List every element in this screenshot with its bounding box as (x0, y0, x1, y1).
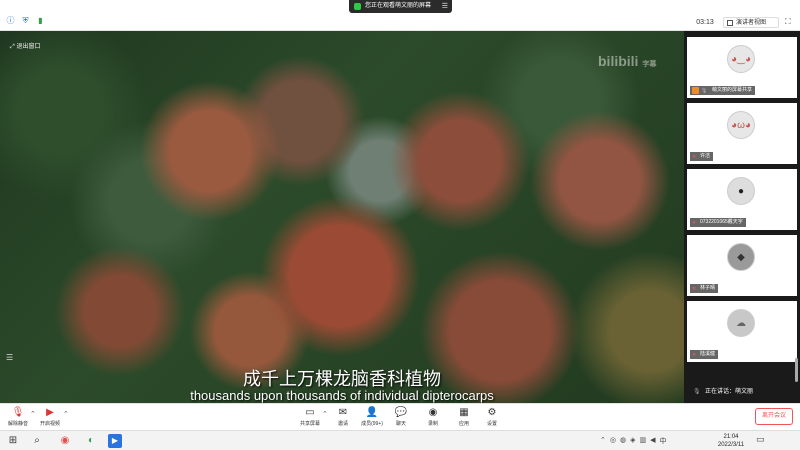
invite-button[interactable]: ✉ 邀请 (328, 406, 358, 427)
clock-time: 21:04 (723, 434, 739, 440)
settings-button[interactable]: ⚙ 设置 (477, 406, 507, 427)
mic-muted-icon: ✕ (692, 154, 697, 160)
subtitle-english: thousands upon thousands of individual d… (190, 388, 494, 403)
share-screen-icon: ▭ (305, 407, 315, 418)
clock-date: 2022/3/11 (717, 442, 745, 448)
fullscreen-icon[interactable]: ⛶ (785, 17, 791, 27)
top-bar: ⓘ ⛨ ▮ 您正在观看萌文丽的屏幕 ☰ 03:13 演讲者视图 ⛶ (0, 0, 800, 31)
edge-icon[interactable]: ◐ (84, 434, 98, 448)
volume-icon[interactable]: ◀ (650, 436, 655, 446)
active-speaker-bar: 🎙 正在讲话：萌文丽 (687, 383, 797, 401)
avatar: ☁ (727, 309, 755, 337)
video-options-caret[interactable]: ⌃ (63, 410, 69, 418)
notification-icon[interactable]: ▭ (756, 434, 765, 445)
participant-tile[interactable]: ◕ω◕ ✕ 许洁 (687, 103, 797, 164)
system-tray: ⌃ ◎ ◍ ◈ ▥ ◀ 中 (600, 436, 667, 446)
search-icon[interactable]: ⌕ (30, 434, 44, 448)
wechat-icon[interactable]: ◎ (610, 436, 616, 446)
share-menu-icon[interactable]: ☰ (442, 0, 448, 13)
meeting-app-icon[interactable]: ▶ (108, 434, 122, 448)
list-icon[interactable]: ☰ (6, 353, 13, 362)
network-icon[interactable]: ▥ (639, 436, 646, 446)
video-off-icon: ▶ (46, 407, 54, 418)
windows-start-icon[interactable]: ⊞ (6, 434, 20, 448)
participant-tile[interactable]: ◆ ✕ 林子晴 (687, 235, 797, 296)
share-screen-button[interactable]: ▭ 共享屏幕 (295, 406, 325, 427)
taskbar-clock[interactable]: 21:04 2022/3/11 (713, 433, 749, 449)
participant-name-tag: 🎙 萌文丽的屏幕共享 (690, 86, 756, 95)
participant-tile[interactable]: ☁ ✕ 陆溪健 (687, 301, 797, 362)
browser-icon[interactable]: ◉ (58, 434, 72, 448)
participant-name-tag: ✕ 0732201065戴天宇 (690, 218, 746, 227)
shield-icon[interactable]: ⛨ (21, 16, 30, 25)
mic-muted-icon: ✕ (692, 286, 697, 292)
mic-muted-icon: ✕ (692, 220, 697, 226)
meeting-timer: 03:13 (696, 19, 714, 26)
chat-button[interactable]: 💬 聊天 (386, 406, 416, 427)
start-video-button[interactable]: ▶ 开启视频 (35, 406, 65, 427)
grid-icon (727, 20, 733, 26)
record-icon: ◉ (428, 407, 438, 418)
participant-name-tag: ✕ 林子晴 (690, 284, 719, 293)
share-options-caret[interactable]: ⌃ (322, 410, 328, 418)
tray-app-icon[interactable]: ◈ (630, 436, 635, 446)
screen-share-icon (692, 87, 699, 94)
info-icon[interactable]: ⓘ (6, 16, 15, 25)
gear-icon: ⚙ (487, 407, 497, 418)
exit-window-button[interactable]: ⤢ 退出窗口 (10, 41, 40, 51)
apps-icon: ▦ (459, 407, 469, 418)
participant-tile[interactable]: ● ✕ 0732201065戴天宇 (687, 169, 797, 230)
chat-icon: 💬 (394, 407, 408, 418)
leave-meeting-button[interactable]: 离开会议 (755, 408, 793, 425)
mic-muted-icon: ✕ (692, 352, 697, 358)
mic-muted-icon: 🎙 (11, 407, 25, 418)
avatar: ◕ω◕ (727, 111, 755, 139)
os-taskbar: ⊞ ⌕ ◉ ◐ ▶ ⌃ ◎ ◍ ◈ ▥ ◀ 中 21:04 2022/3/11 … (0, 430, 800, 450)
view-label: 演讲者视图 (736, 20, 767, 26)
participant-panel: ◕‿◕ 🎙 萌文丽的屏幕共享 ◕ω◕ ✕ 许洁 ● ✕ 0732201065戴天… (684, 31, 800, 403)
chevron-up-icon[interactable]: ⌃ (600, 436, 606, 446)
view-switch-button[interactable]: 演讲者视图 (723, 17, 779, 28)
share-indicator-icon (354, 3, 361, 10)
ime-indicator[interactable]: 中 (660, 436, 667, 446)
participant-name-tag: ✕ 陆溪健 (690, 350, 719, 359)
participant-scrollbar[interactable] (795, 358, 798, 382)
status-icons: ⓘ ⛨ ▮ (6, 16, 45, 25)
meeting-toolbar: 🎙 解除静音 ⌃ ▶ 开启视频 ⌃ ▭ 共享屏幕 ⌃ ✉ 邀请 👤 成员(99+… (0, 403, 800, 430)
mic-icon: 🎙 (693, 389, 701, 395)
avatar: ● (727, 177, 755, 205)
signal-icon[interactable]: ▮ (36, 16, 45, 25)
mic-icon: 🎙 (701, 88, 708, 94)
members-icon: 👤 (365, 407, 379, 418)
participant-tile[interactable]: ◕‿◕ 🎙 萌文丽的屏幕共享 (687, 37, 797, 98)
invite-icon: ✉ (338, 407, 348, 418)
record-button[interactable]: ◉ 录制 (418, 406, 448, 427)
app-window: ⓘ ⛨ ▮ 您正在观看萌文丽的屏幕 ☰ 03:13 演讲者视图 ⛶ ⤢ 退出窗口… (0, 0, 800, 450)
members-button[interactable]: 👤 成员(99+) (357, 406, 387, 427)
qq-icon[interactable]: ◍ (620, 436, 626, 446)
bilibili-watermark: bilibili 字幕 (598, 53, 657, 69)
share-banner[interactable]: 您正在观看萌文丽的屏幕 ☰ (349, 0, 452, 13)
apps-button[interactable]: ▦ 应用 (449, 406, 479, 427)
unmute-button[interactable]: 🎙 解除静音 (3, 406, 33, 427)
avatar: ◕‿◕ (727, 45, 755, 73)
share-banner-text: 您正在观看萌文丽的屏幕 (365, 3, 432, 9)
avatar: ◆ (727, 243, 755, 271)
shared-screen-video: ⤢ 退出窗口 bilibili 字幕 ☰ 成千上万棵龙脑香科植物 thousan… (0, 31, 684, 403)
participant-name-tag: ✕ 许洁 (690, 152, 714, 161)
